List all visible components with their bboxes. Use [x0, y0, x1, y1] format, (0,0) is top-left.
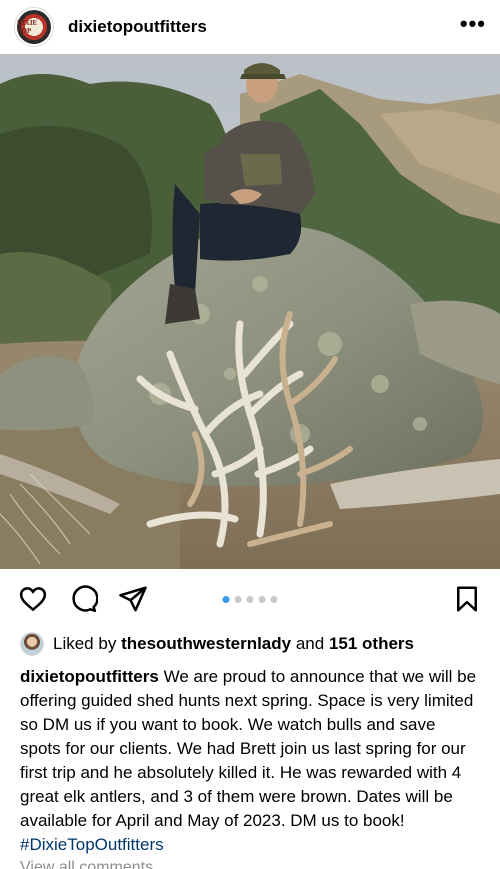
- likes-line: Liked by thesouthwesternlady and 151 oth…: [0, 629, 500, 659]
- carousel-dot: [246, 595, 254, 603]
- comment-icon[interactable]: [68, 584, 98, 614]
- more-horizontal-icon[interactable]: •••: [460, 13, 486, 41]
- heart-icon[interactable]: [18, 584, 48, 614]
- post-header: DIXIE TOP dixietopoutfitters •••: [0, 0, 500, 54]
- likes-prefix: Liked by: [53, 634, 117, 653]
- carousel-dot: [234, 595, 242, 603]
- carousel-dot: [270, 595, 278, 603]
- bookmark-icon[interactable]: [452, 584, 482, 614]
- post-photo[interactable]: [0, 54, 500, 569]
- carousel-dot: [222, 595, 230, 603]
- carousel-dot: [258, 595, 266, 603]
- likes-conjunction: and: [295, 634, 325, 653]
- carousel-indicator: [222, 595, 278, 603]
- brand-logo: DIXIE TOP: [17, 10, 51, 44]
- action-bar: [0, 569, 500, 629]
- liker-avatar[interactable]: [20, 632, 44, 656]
- share-icon[interactable]: [118, 584, 148, 614]
- post-caption: dixietopoutfitters We are proud to annou…: [0, 659, 500, 857]
- caption-text: We are proud to announce that we will be…: [20, 667, 477, 830]
- caption-hashtag[interactable]: #DixieTopOutfitters: [20, 835, 164, 854]
- caption-username[interactable]: dixietopoutfitters: [20, 667, 159, 686]
- profile-avatar[interactable]: DIXIE TOP: [14, 7, 54, 47]
- liker-username[interactable]: thesouthwesternlady: [121, 634, 291, 653]
- post-username[interactable]: dixietopoutfitters: [68, 17, 460, 37]
- likes-text: Liked by thesouthwesternlady and 151 oth…: [53, 634, 414, 654]
- logo-text: DIXIE TOP: [17, 19, 38, 35]
- likes-others[interactable]: 151 others: [329, 634, 414, 653]
